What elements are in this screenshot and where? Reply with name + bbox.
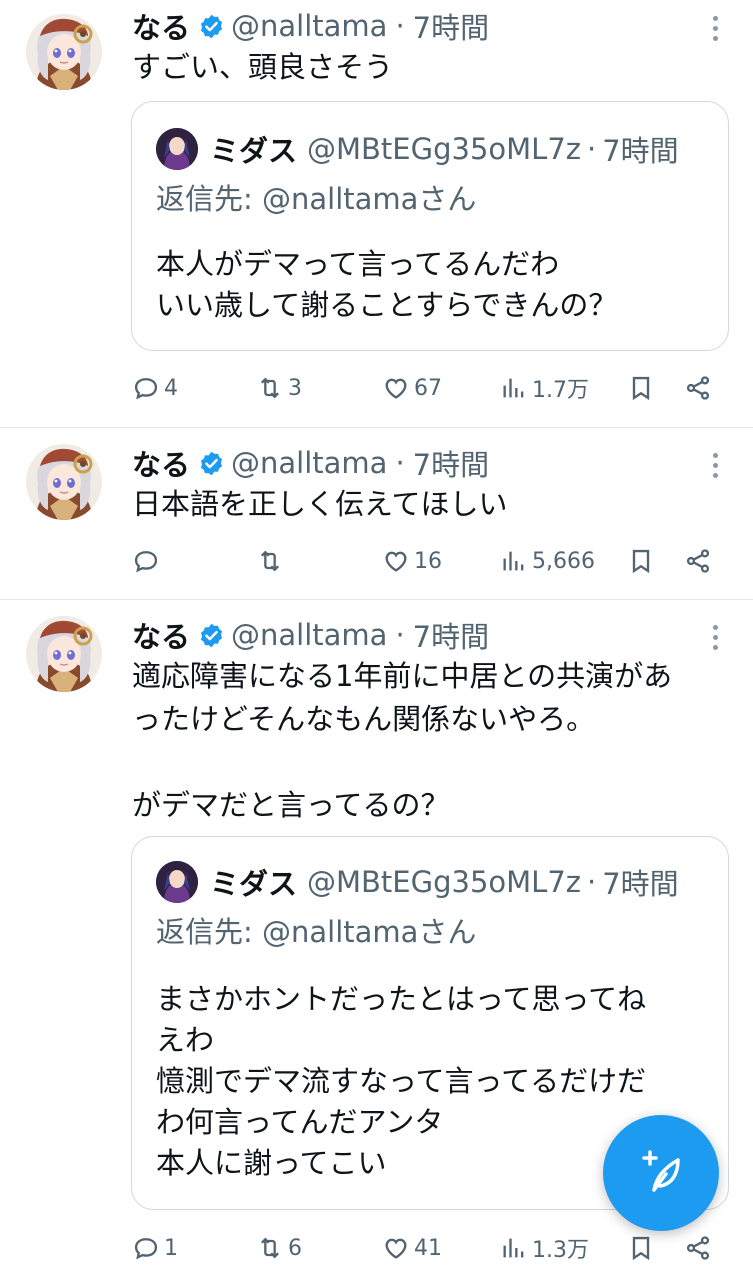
tweet-header: なる @nalltama · 7時間 xyxy=(132,6,753,46)
retweet-icon xyxy=(261,1237,279,1259)
like-count: 41 xyxy=(414,1235,442,1261)
tweet-actions: 1 6 41 1.3万 xyxy=(132,1228,722,1268)
share-button[interactable] xyxy=(684,368,712,408)
reply-icon xyxy=(134,378,158,400)
tweet[interactable]: なる @nalltama · 7時間 日本語を正しく伝えてほしい 16 5,66… xyxy=(0,428,753,600)
avatar[interactable] xyxy=(26,444,102,520)
author-name[interactable]: なる xyxy=(132,5,190,47)
retweet-button[interactable]: 6 xyxy=(256,1228,302,1268)
quote-avatar xyxy=(156,861,198,903)
share-button[interactable] xyxy=(684,541,712,581)
more-icon[interactable] xyxy=(711,453,719,481)
timestamp[interactable]: 7時間 xyxy=(413,5,489,47)
like-icon xyxy=(385,551,407,572)
retweet-button[interactable]: 3 xyxy=(256,368,302,408)
reply-count: 1 xyxy=(164,1235,178,1261)
reply-count: 4 xyxy=(164,375,178,401)
tweet-header: なる @nalltama · 7時間 xyxy=(132,615,753,655)
views-button[interactable]: 5,666 xyxy=(500,541,595,581)
views-count: 1.7万 xyxy=(532,378,589,403)
compose-button[interactable] xyxy=(603,1115,719,1231)
quote-header: ミダス @MBtEGg35oML7z · 7時間 xyxy=(156,861,679,903)
retweet-count: 3 xyxy=(288,375,302,401)
views-icon xyxy=(503,1238,524,1258)
author-name[interactable]: なる xyxy=(132,614,190,656)
reply-icon xyxy=(134,551,158,573)
tweet-text: 適応障害になる1年前に中居との共演があ ったけどそんなもん関係ないやろ。 がデマ… xyxy=(132,659,673,822)
separator: · xyxy=(587,132,597,166)
quote-timestamp: 7時間 xyxy=(602,867,679,901)
reply-button[interactable] xyxy=(132,541,164,581)
tweet-actions: 4 3 67 1.7万 xyxy=(132,368,722,408)
retweet-count: 6 xyxy=(288,1235,302,1261)
author-handle[interactable]: @nalltama xyxy=(231,9,387,43)
author-handle[interactable]: @nalltama xyxy=(231,446,387,480)
bookmark-button[interactable] xyxy=(627,541,655,581)
avatar[interactable] xyxy=(26,616,102,692)
views-icon xyxy=(503,551,524,571)
quote-avatar xyxy=(156,128,198,170)
quote-author-handle: @MBtEGg35oML7z xyxy=(307,865,582,899)
verified-badge-icon xyxy=(198,450,225,477)
bookmark-icon xyxy=(632,549,650,574)
retweet-icon xyxy=(261,550,279,572)
views-count: 5,666 xyxy=(532,548,595,574)
like-button[interactable]: 16 xyxy=(382,541,442,581)
quote-author-name: ミダス xyxy=(210,867,298,901)
bookmark-button[interactable] xyxy=(627,368,655,408)
like-button[interactable]: 41 xyxy=(382,1228,442,1268)
verified-badge-icon xyxy=(198,13,225,40)
separator: · xyxy=(395,446,405,480)
tweet-text: 日本語を正しく伝えてほしい xyxy=(132,487,508,521)
share-icon xyxy=(686,1236,710,1260)
like-button[interactable]: 67 xyxy=(382,368,442,408)
reply-button[interactable]: 4 xyxy=(132,368,178,408)
bookmark-button[interactable] xyxy=(627,1228,655,1268)
bookmark-icon xyxy=(632,1236,650,1261)
quote-author-name: ミダス xyxy=(210,134,298,168)
tweet-header: なる @nalltama · 7時間 xyxy=(132,443,753,483)
more-icon[interactable] xyxy=(711,16,719,44)
avatar[interactable] xyxy=(26,14,102,90)
views-button[interactable]: 1.3万 xyxy=(500,1228,589,1268)
like-count: 67 xyxy=(414,375,442,401)
compose-icon xyxy=(642,1150,680,1192)
reply-to-label: 返信先: @nalltamaさん xyxy=(156,915,477,949)
like-icon xyxy=(385,378,407,399)
retweet-button[interactable] xyxy=(256,541,288,581)
retweet-icon xyxy=(261,377,279,399)
quote-timestamp: 7時間 xyxy=(602,134,679,168)
share-icon xyxy=(686,549,710,573)
tweet-actions: 16 5,666 xyxy=(132,541,722,581)
separator: · xyxy=(395,618,405,652)
tweet[interactable]: なる @nalltama · 7時間 すごい、頭良さそう ミダス @MBtEGg… xyxy=(0,0,753,428)
author-name[interactable]: なる xyxy=(132,442,190,484)
separator: · xyxy=(395,9,405,43)
like-count: 16 xyxy=(414,548,442,574)
views-button[interactable]: 1.7万 xyxy=(500,368,589,408)
timestamp[interactable]: 7時間 xyxy=(413,614,489,656)
reply-to-label: 返信先: @nalltamaさん xyxy=(156,182,477,216)
quote-author-handle: @MBtEGg35oML7z xyxy=(307,132,582,166)
tweet-text: すごい、頭良さそう xyxy=(132,50,394,84)
timestamp[interactable]: 7時間 xyxy=(413,442,489,484)
quote-header: ミダス @MBtEGg35oML7z · 7時間 xyxy=(156,128,679,170)
like-icon xyxy=(385,1238,407,1259)
reply-button[interactable]: 1 xyxy=(132,1228,178,1268)
quoted-tweet[interactable]: ミダス @MBtEGg35oML7z · 7時間 返信先: @nalltamaさ… xyxy=(131,101,729,351)
share-button[interactable] xyxy=(684,1228,712,1268)
more-icon[interactable] xyxy=(711,625,719,653)
author-handle[interactable]: @nalltama xyxy=(231,618,387,652)
quote-text: 本人がデマって言ってるんだわ いい歳して謝ることすらできんの？ xyxy=(156,247,618,322)
verified-badge-icon xyxy=(198,622,225,649)
separator: · xyxy=(587,865,597,899)
bookmark-icon xyxy=(632,376,650,401)
views-icon xyxy=(503,378,524,398)
share-icon xyxy=(686,376,710,400)
reply-icon xyxy=(134,1238,158,1260)
views-count: 1.3万 xyxy=(532,1238,589,1263)
